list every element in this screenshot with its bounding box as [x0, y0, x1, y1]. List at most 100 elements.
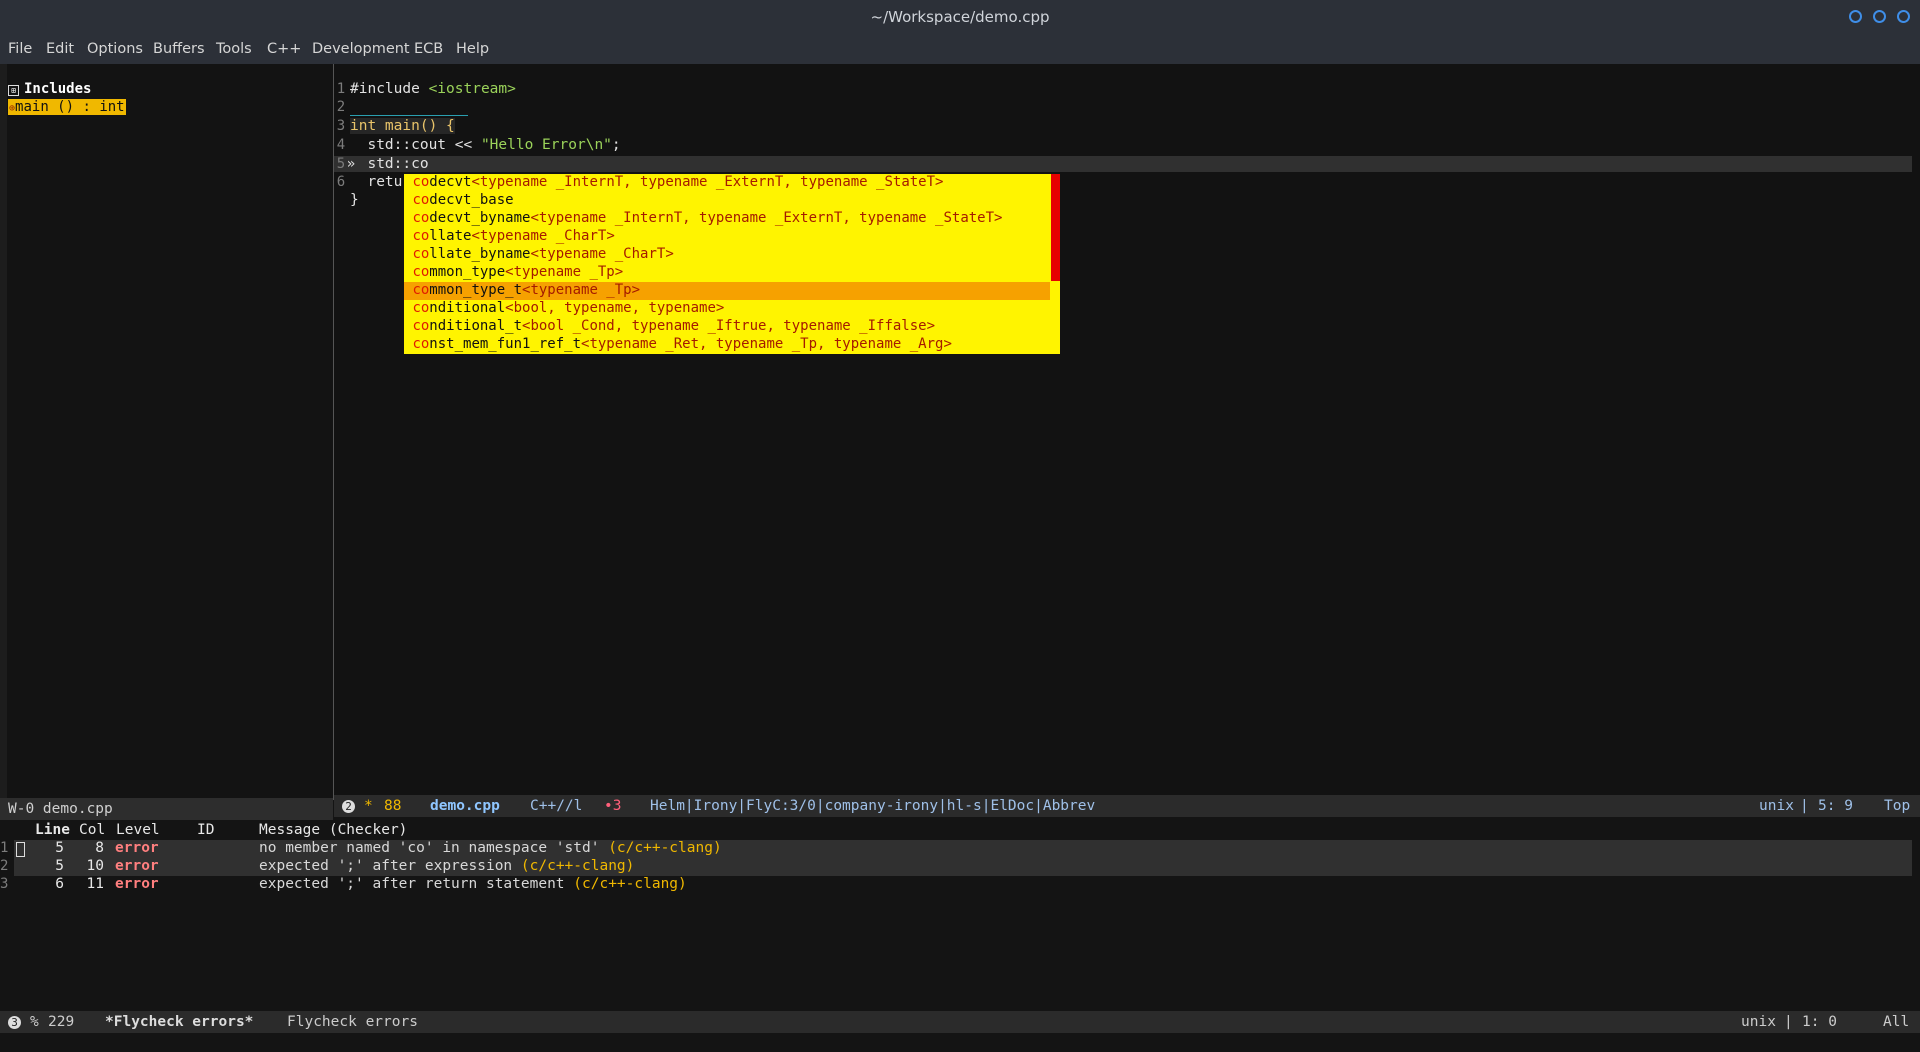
line-number: 4 [336, 137, 346, 153]
menu-edit[interactable]: Edit [46, 41, 74, 57]
tree-node-includes[interactable]: ⊞ Includes [8, 81, 91, 97]
tree-node-label: main () : int [15, 99, 125, 115]
completion-name: mmon_type_t [429, 282, 523, 298]
error-level: error [115, 858, 159, 874]
menu-development[interactable]: Development [312, 41, 410, 57]
percent-indicator: % [30, 1014, 39, 1030]
col-header-col[interactable]: Col [79, 822, 105, 838]
major-mode[interactable]: C++//l [530, 798, 582, 814]
maximize-icon[interactable] [1873, 10, 1886, 23]
completion-signature: <bool _Cond, typename _Iftrue, typename … [522, 318, 936, 334]
completion-match: co [412, 192, 430, 208]
error-message-wrap: expected ';' after expression (c/c++-cla… [259, 858, 634, 874]
major-mode[interactable]: Flycheck errors [287, 1014, 418, 1030]
menu-file[interactable]: File [8, 41, 32, 57]
col-header-id[interactable]: ID [197, 822, 214, 838]
completion-match: co [412, 228, 430, 244]
line-number: 1 [336, 81, 346, 97]
error-checker: (c/c++-clang) [520, 858, 635, 874]
flycheck-errors-pane[interactable]: Line Col Level ID Message (Checker) 1 58e… [0, 822, 1920, 1012]
error-message: expected ';' after expression [259, 858, 521, 874]
completion-signature: <typename _CharT> [471, 228, 615, 244]
completion-signature: <bool, typename, typename> [505, 300, 725, 316]
minor-modes[interactable]: Helm|Irony|FlyC:3/0|company-irony|hl-s|E… [650, 798, 1095, 814]
completion-item[interactable]: codecvt<typename _InternT, typename _Ext… [404, 174, 1050, 192]
completion-item[interactable]: collate_byname<typename _CharT> [404, 246, 1050, 264]
completion-item[interactable]: codecvt_byname<typename _InternT, typena… [404, 210, 1050, 228]
row-number: 1 [0, 840, 9, 856]
completion-scrollbar[interactable] [1051, 174, 1060, 281]
encoding: unix [1741, 1014, 1776, 1030]
editor-modeline: 2 * 88 demo.cpp C++//l •3 Helm|Irony|Fly… [334, 795, 1920, 817]
error-checker: (c/c++-clang) [573, 876, 687, 892]
menu-ecb[interactable]: ECB [414, 41, 443, 57]
completion-name: nditional_t [429, 318, 523, 334]
error-col: 10 [86, 858, 104, 874]
current-line-highlight [334, 156, 1912, 172]
completion-name: nditional [429, 300, 506, 316]
tree-node-label: Includes [24, 81, 92, 97]
completion-popup[interactable]: codecvt<typename _InternT, typename _Ext… [404, 174, 1060, 354]
menu-options[interactable]: Options [87, 41, 143, 57]
error-message-wrap: no member named 'co' in namespace 'std' … [259, 840, 722, 856]
window-title: ~/Workspace/demo.cpp [870, 8, 1050, 26]
error-line: 6 [55, 876, 64, 892]
completion-match: co [412, 318, 430, 334]
errors-modeline: 3 % 229 *Flycheck errors* Flycheck error… [0, 1011, 1920, 1033]
separator: | [1784, 1014, 1793, 1030]
code-line-4: std::cout << "Hello Error\n"; [350, 137, 620, 153]
fringe [0, 64, 7, 800]
close-icon[interactable] [1897, 10, 1910, 23]
menu-bar: File Edit Options Buffers Tools C++ Deve… [0, 36, 1920, 64]
expand-icon[interactable]: ⊞ [8, 85, 19, 96]
modified-indicator: * [364, 798, 373, 814]
completion-signature: <typename _Tp> [522, 282, 641, 298]
row-number: 2 [0, 858, 9, 874]
col-header-level[interactable]: Level [116, 822, 160, 838]
buffer-name[interactable]: demo.cpp [430, 798, 500, 814]
row-number: 3 [0, 876, 9, 892]
col-header-message[interactable]: Message (Checker) [259, 822, 407, 838]
error-level: error [115, 876, 159, 892]
buffer-name[interactable]: *Flycheck errors* [105, 1014, 253, 1030]
code-line-1: #include <iostream> [350, 81, 516, 97]
error-row[interactable]: 5 8 error no member named 'co' in namespace… [14, 840, 1912, 858]
error-level: error [115, 840, 159, 856]
error-checker: (c/c++-clang) [608, 840, 722, 856]
completion-item[interactable]: const_mem_fun1_ref_t<typename _Ret, type… [404, 336, 1050, 354]
error-row[interactable]: 5 10 error expected ';' after expression (c… [14, 858, 1912, 876]
error-count[interactable]: •3 [604, 798, 621, 814]
menu-cpp[interactable]: C++ [267, 41, 301, 57]
menu-help[interactable]: Help [456, 41, 489, 57]
col-header-line[interactable]: Line [35, 822, 70, 838]
completion-item[interactable]: conditional<bool, typename, typename> [404, 300, 1050, 318]
completion-item[interactable]: collate<typename _CharT> [404, 228, 1050, 246]
separator: | [1800, 798, 1809, 814]
completion-name: mmon_type [429, 264, 506, 280]
window-number-icon: 2 [342, 800, 355, 813]
error-row[interactable]: 6 11 error expected ';' after return statem… [14, 876, 1912, 894]
method-tree-pane: ⊞ Includes ⊕main () : int [0, 64, 334, 800]
completion-item[interactable]: common_type<typename _Tp> [404, 264, 1050, 282]
code-line-3: int main() { [350, 118, 455, 134]
include-header: <iostream> [428, 81, 516, 97]
scroll-position: Top [1884, 798, 1911, 814]
error-col: 11 [86, 876, 104, 892]
completion-match: co [412, 300, 430, 316]
menu-tools[interactable]: Tools [216, 41, 252, 57]
completion-signature: <typename _InternT, typename _ExternT, t… [471, 174, 944, 190]
window-number-icon: 3 [8, 1016, 21, 1029]
completion-match: co [412, 282, 430, 298]
code-line-2 [350, 99, 468, 116]
tree-node-main[interactable]: ⊕main () : int [8, 99, 126, 115]
minimize-icon[interactable] [1849, 10, 1862, 23]
menu-buffers[interactable]: Buffers [153, 41, 205, 57]
completion-item[interactable]: common_type_t<typename _Tp> [404, 282, 1050, 300]
error-message: no member named 'co' in namespace 'std' [259, 840, 609, 856]
string-literal: "Hello Error\n" [480, 137, 612, 153]
echo-area[interactable] [0, 1034, 1920, 1052]
completion-item[interactable]: codecvt_base [404, 192, 1050, 210]
keyword: int [350, 118, 377, 134]
completion-item[interactable]: conditional_t<bool _Cond, typename _Iftr… [404, 318, 1050, 336]
completion-match: co [412, 246, 430, 262]
